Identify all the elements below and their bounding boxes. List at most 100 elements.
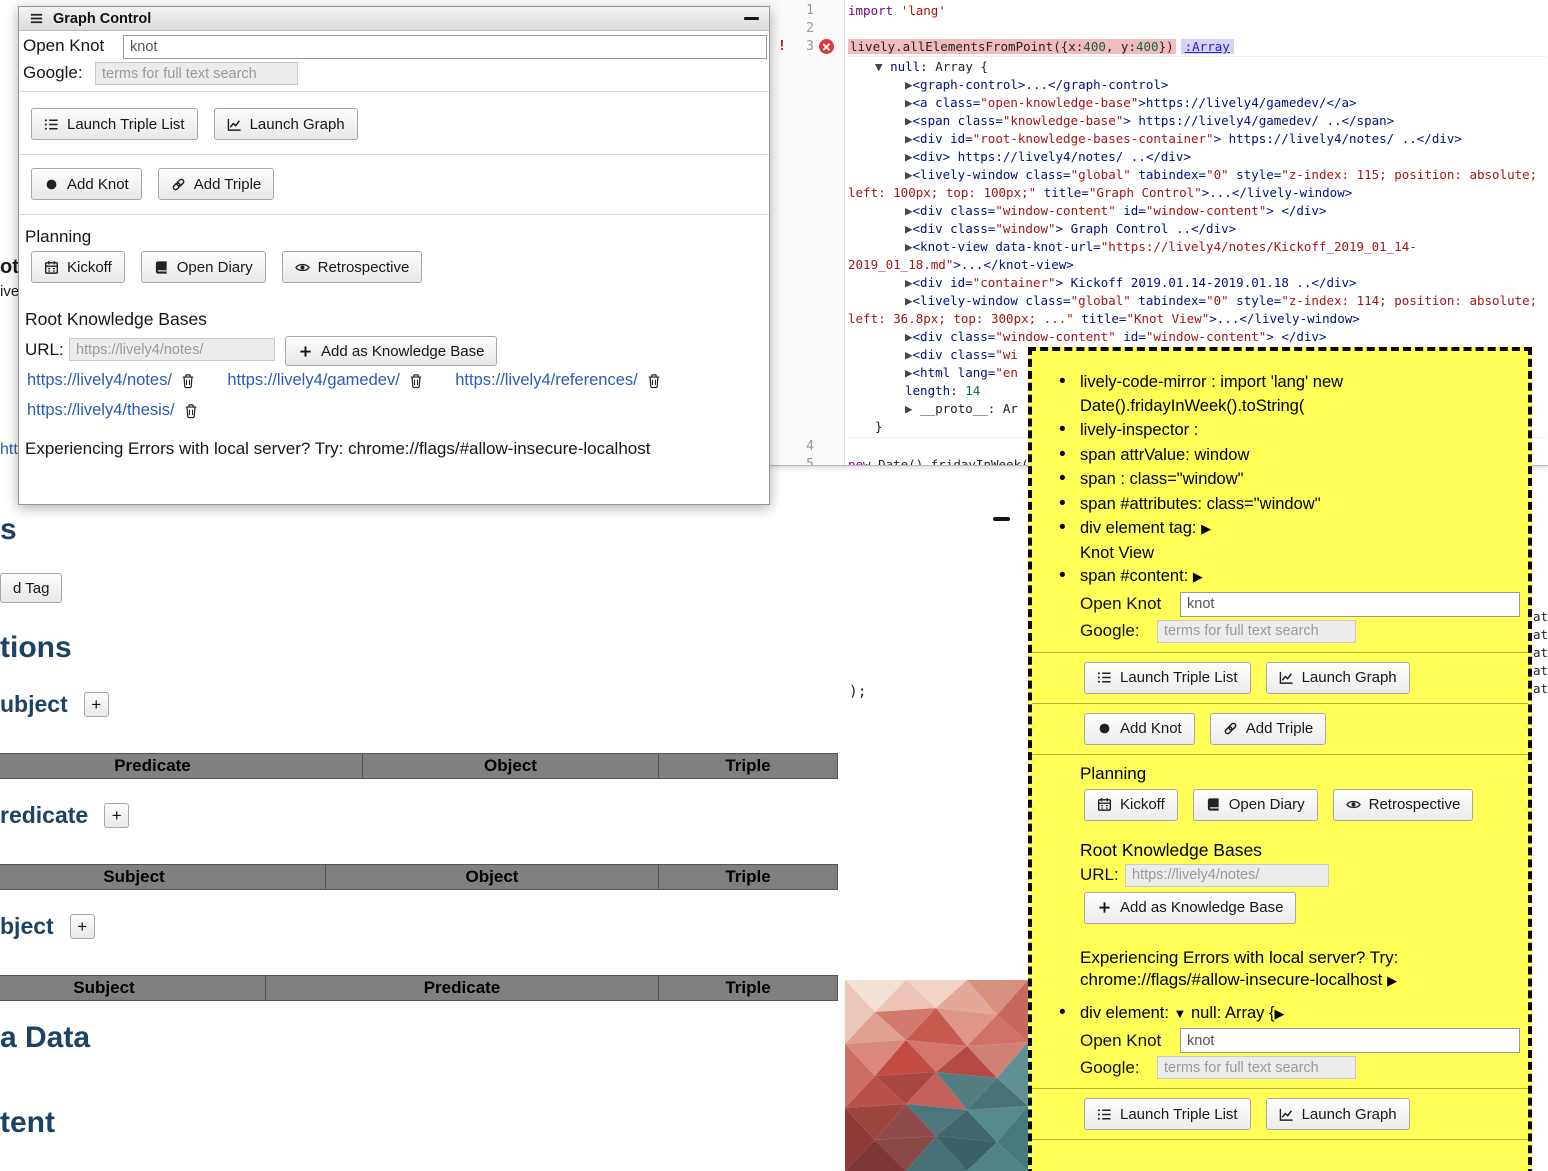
overlay-item-text: span : class="window" [1080,470,1244,488]
type-annotation-link[interactable]: :Array [1181,39,1234,54]
menu-icon[interactable] [29,11,44,26]
knowledge-base-item: https://lively4/thesis/ [27,399,198,422]
expander-icon[interactable]: ▶ [905,293,913,308]
code-token: "0" [1206,293,1229,308]
expander-icon[interactable]: ▶ [905,401,920,416]
add-knot-button[interactable]: Add Knot [31,168,142,200]
open-knot-input[interactable] [1180,1028,1520,1053]
code-token: 400 [1083,39,1106,54]
google-label: Google: [1080,621,1157,641]
metadata-heading-fragment: a Data [0,1021,90,1055]
kb-link[interactable]: https://lively4/notes/ [27,369,172,392]
kb-link[interactable]: https://lively4/gamedev/ [227,369,399,392]
code-token: import [848,3,893,18]
separator [1032,754,1528,755]
line-number: 4 [778,438,814,456]
window-titlebar[interactable]: Graph Control [19,7,769,31]
code-token: tabindex= [1131,167,1206,182]
launch-graph-button[interactable]: Launch Graph [1266,662,1410,694]
button-label: Add as Knowledge Base [321,343,484,360]
launch-triple-list-button[interactable]: Launch Triple List [1084,662,1251,694]
code-token: <span class= [913,113,1003,128]
error-icon [819,39,834,54]
column-header: Subject [0,976,266,1001]
expander-icon[interactable]: ▶ [905,275,913,290]
code-token: tabindex= [1131,293,1206,308]
url-row: URL: [1080,864,1520,887]
code-token: } [875,419,883,434]
add-tag-button[interactable]: d Tag [0,573,62,603]
google-label: Google: [1080,1058,1157,1078]
retrospective-button[interactable]: Retrospective [1333,789,1474,821]
add-triple-button[interactable]: Add Triple [1210,713,1327,745]
add-knowledge-base-button[interactable]: Add as Knowledge Base [1084,892,1296,924]
expander-icon[interactable]: ▶ [1193,569,1203,584]
subject-section: ubject + [0,691,109,718]
expander-icon[interactable]: ▶ [905,365,913,380]
link-fragment[interactable]: htt [0,441,18,459]
kickoff-button[interactable]: Kickoff [1084,789,1178,821]
expander-icon[interactable]: ▶ [1387,973,1397,988]
kb-url-input[interactable] [1125,864,1329,887]
google-row: Google: [1080,620,1520,643]
open-knot-label: Open Knot [1080,1031,1180,1051]
launch-graph-button[interactable]: Launch Graph [1266,1098,1410,1130]
expander-icon[interactable]: ▶ [905,347,913,362]
minimize-icon[interactable] [744,17,759,20]
kb-link[interactable]: https://lively4/thesis/ [27,399,175,422]
collapser-icon[interactable]: ▼ [1174,1006,1187,1021]
code-token: <lively-window class= [913,167,1071,182]
google-search-input[interactable] [95,62,298,85]
expander-icon[interactable]: ▶ [905,203,913,218]
expander-icon[interactable]: ▶ [905,221,913,236]
url-label: URL: [1080,865,1125,885]
local-server-hint: Experiencing Errors with local server? T… [25,439,650,459]
expander-icon[interactable]: ▶ [905,113,913,128]
add-triple-button[interactable]: Add Triple [158,168,275,200]
open-knot-input[interactable] [123,35,767,59]
add-knot-button[interactable]: Add Knot [1084,713,1195,745]
open-diary-button[interactable]: Open Diary [141,251,266,283]
overlay-item-value: Knot View [1048,542,1520,566]
add-subject-button[interactable]: + [84,692,109,717]
inspector-line: ▶<div class="window-content" id="window-… [848,328,1546,346]
launch-triple-list-button[interactable]: Launch Triple List [1084,1098,1251,1130]
expander-icon[interactable]: ▶ [905,77,913,92]
trash-icon[interactable] [409,373,423,389]
expander-icon[interactable]: ▶ [1201,521,1211,536]
launch-graph-button[interactable]: Launch Graph [214,108,358,140]
calendar-icon [44,260,59,275]
add-knowledge-base-button[interactable]: Add as Knowledge Base [285,336,497,366]
open-diary-button[interactable]: Open Diary [1193,789,1318,821]
kb-link[interactable]: https://lively4/references/ [455,369,638,392]
google-search-input[interactable] [1157,620,1356,643]
google-label: Google: [23,63,83,83]
expander-icon[interactable]: ▶ [905,167,913,182]
overlay-item-text: span attrValue: window [1080,446,1249,464]
add-object-button[interactable]: + [70,914,95,939]
expander-icon[interactable]: ▶ [905,95,913,110]
trash-icon[interactable] [647,373,661,389]
code-token: "en [995,365,1018,380]
code-token: "window-content" [1146,203,1266,218]
expander-icon[interactable]: ▶ [905,131,913,146]
kickoff-button[interactable]: Kickoff [31,251,125,283]
trash-icon[interactable] [184,403,198,419]
minimize-icon[interactable] [993,517,1010,521]
expander-icon[interactable]: ▼ [875,59,890,74]
google-search-input[interactable] [1157,1056,1356,1079]
expander-icon[interactable]: ▶ [905,149,913,164]
launch-button-row: Launch Triple List Launch Graph [1084,662,1520,694]
kb-url-input[interactable] [69,338,275,361]
code-token: <div class= [913,221,996,236]
open-knot-label: Open Knot [1080,594,1180,614]
expander-icon[interactable]: ▶ [905,329,913,344]
expander-icon[interactable]: ▶ [1274,1006,1284,1021]
add-predicate-button[interactable]: + [104,803,129,828]
retrospective-button[interactable]: Retrospective [282,251,423,283]
expander-icon[interactable]: ▶ [905,239,913,254]
overlay-item: lively-code-mirror : import 'lang' new D… [1048,371,1520,418]
trash-icon[interactable] [181,373,195,389]
launch-triple-list-button[interactable]: Launch Triple List [31,108,198,140]
open-knot-input[interactable] [1180,592,1520,617]
